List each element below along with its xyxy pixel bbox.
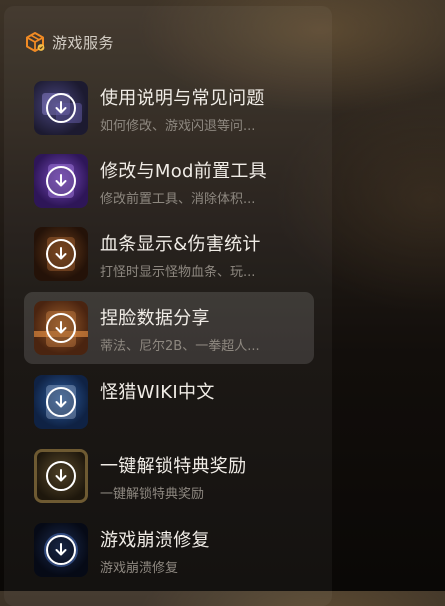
- download-icon[interactable]: [46, 166, 76, 196]
- item-title: 一键解锁特典奖励: [100, 456, 247, 477]
- menu-item-face-data[interactable]: 捏脸数据分享 蒂法、尼尔2B、一拳超人...: [24, 292, 314, 364]
- item-thumbnail: [34, 81, 88, 135]
- item-title: 捏脸数据分享: [100, 308, 210, 329]
- item-thumbnail: [34, 375, 88, 429]
- item-thumbnail: [34, 227, 88, 281]
- box-icon: [24, 31, 46, 53]
- download-icon[interactable]: [46, 313, 76, 343]
- item-title: 使用说明与常见问题: [100, 88, 265, 109]
- item-subtitle: 修改前置工具、消除体积...: [100, 192, 256, 207]
- download-icon[interactable]: [46, 461, 76, 491]
- download-icon[interactable]: [46, 239, 76, 269]
- menu-item-wiki[interactable]: 怪猎WIKI中文: [24, 366, 314, 438]
- download-icon[interactable]: [46, 93, 76, 123]
- item-title: 修改与Mod前置工具: [100, 161, 267, 182]
- menu-item-crash-fix[interactable]: 游戏崩溃修复 游戏崩溃修复: [24, 514, 314, 586]
- menu-item-usage-faq[interactable]: 使用说明与常见问题 如何修改、游戏闪退等问...: [24, 72, 314, 144]
- download-icon[interactable]: [46, 387, 76, 417]
- item-title: 怪猎WIKI中文: [100, 382, 215, 403]
- item-thumbnail: [34, 523, 88, 577]
- menu-item-hp-bar-damage[interactable]: 血条显示&伤害统计 打怪时显示怪物血条、玩...: [24, 218, 314, 290]
- menu-item-unlock-rewards[interactable]: 一键解锁特典奖励 一键解锁特典奖励: [24, 440, 314, 512]
- item-subtitle: 蒂法、尼尔2B、一拳超人...: [100, 339, 260, 354]
- menu-item-mod-tools[interactable]: 修改与Mod前置工具 修改前置工具、消除体积...: [24, 145, 314, 217]
- item-title: 游戏崩溃修复: [100, 530, 210, 551]
- panel-title: 游戏服务: [52, 33, 115, 52]
- download-icon[interactable]: [46, 535, 76, 565]
- panel-header: 游戏服务: [24, 30, 114, 54]
- item-subtitle: 如何修改、游戏闪退等问...: [100, 119, 256, 134]
- item-subtitle: 游戏崩溃修复: [100, 561, 179, 576]
- item-thumbnail: [34, 154, 88, 208]
- item-title: 血条显示&伤害统计: [100, 234, 261, 255]
- item-subtitle: 打怪时显示怪物血条、玩...: [100, 265, 256, 280]
- item-subtitle: 一键解锁特典奖励: [100, 487, 205, 502]
- item-thumbnail: [34, 301, 88, 355]
- item-thumbnail: [34, 449, 88, 503]
